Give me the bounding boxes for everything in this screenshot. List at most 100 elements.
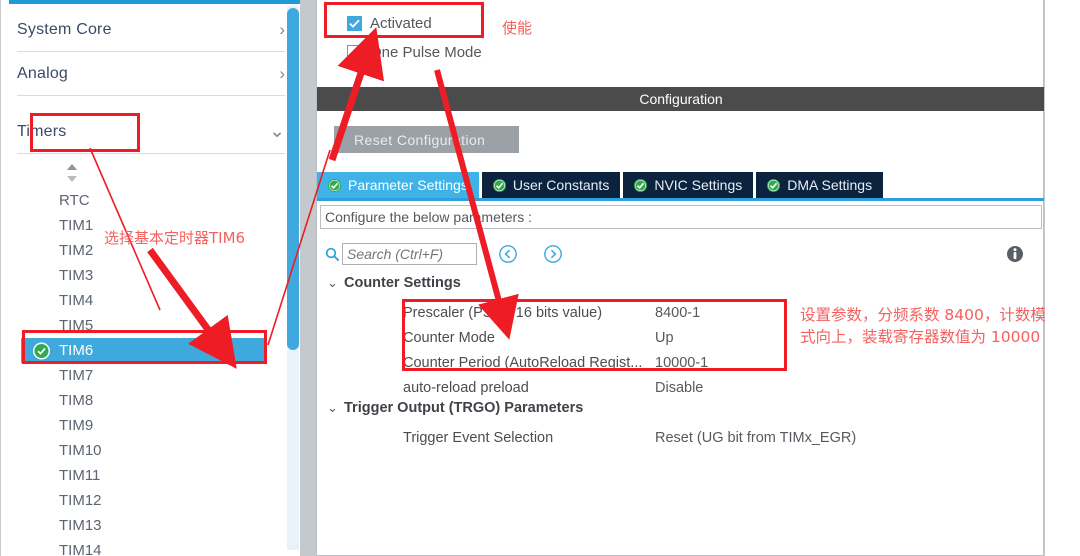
panel-divider (300, 0, 316, 556)
tab-label: User Constants (512, 177, 610, 193)
param-group-counter-settings[interactable]: ⌄ Counter Settings (327, 275, 461, 291)
one-pulse-mode-checkbox[interactable] (347, 44, 362, 60)
tab-label: Parameter Settings (348, 177, 468, 193)
param-row[interactable]: Counter Period (AutoReload Regist... 1000… (403, 350, 1023, 375)
peripheral-item-tim2[interactable]: TIM2 (27, 238, 267, 263)
peripheral-item-label: TIM11 (59, 467, 101, 484)
param-group-title: Trigger Output (TRGO) Parameters (344, 400, 584, 416)
tab-label: DMA Settings (787, 177, 873, 193)
param-value[interactable]: Reset (UG bit from TIMx_EGR) (655, 430, 856, 446)
sidebar-category-system-core[interactable]: System Core › (17, 8, 285, 52)
peripheral-item-label: TIM9 (59, 417, 94, 434)
peripheral-item-label: TIM4 (59, 292, 94, 309)
one-pulse-mode-label: One Pulse Mode (370, 43, 482, 61)
param-row[interactable]: Prescaler (PSC - 16 bits value) 8400-1 (403, 300, 1023, 325)
param-group-trigger-output-trgo-parameters[interactable]: ⌄ Trigger Output (TRGO) Parameters (327, 400, 583, 416)
info-icon[interactable] (1006, 245, 1024, 263)
tab-ok-icon (634, 178, 648, 192)
search-input[interactable] (342, 243, 477, 265)
peripheral-item-tim12[interactable]: TIM12 (27, 488, 267, 513)
param-row[interactable]: Trigger Event Selection Reset (UG bit fro… (403, 425, 1023, 450)
tab-active-underline (317, 198, 1045, 201)
tab-ok-icon (492, 178, 506, 192)
peripheral-item-tim5[interactable]: TIM5 (27, 313, 267, 338)
sidebar-scrollbar-thumb[interactable] (287, 8, 299, 350)
peripheral-item-label: TIM12 (59, 492, 102, 509)
sidebar-category-label: System Core (17, 20, 112, 38)
param-value[interactable]: 10000-1 (655, 355, 708, 371)
peripheral-item-label: TIM13 (59, 517, 102, 534)
param-name: Counter Mode (403, 329, 495, 346)
param-row[interactable]: auto-reload preload Disable (403, 375, 1023, 400)
sidebar-category-analog[interactable]: Analog › (17, 52, 285, 96)
activated-checkbox[interactable] (347, 15, 362, 31)
circle-left-arrow-icon[interactable] (497, 243, 519, 265)
tab-ok-icon (767, 178, 781, 192)
peripheral-item-tim11[interactable]: TIM11 (27, 463, 267, 488)
peripheral-item-label: TIM6 (59, 342, 94, 359)
sidebar-top-accent (9, 0, 300, 4)
configuration-header: Configuration (317, 87, 1045, 111)
configuration-header-label: Configuration (639, 91, 723, 107)
peripheral-item-tim1[interactable]: TIM1 (27, 213, 267, 238)
configure-parameters-note: Configure the below parameters : (320, 205, 1042, 229)
peripheral-item-tim4[interactable]: TIM4 (27, 288, 267, 313)
parameter-search-row (322, 240, 1038, 268)
peripheral-item-label: TIM1 (59, 217, 94, 234)
peripheral-sidebar: System Core › Analog › Timers ⌄ RTC TIM1 T… (0, 0, 300, 556)
peripheral-item-tim14[interactable]: TIM14 (27, 538, 267, 556)
param-value[interactable]: 8400-1 (655, 305, 700, 321)
configured-check-icon (33, 342, 50, 359)
chevron-right-icon: › (279, 20, 285, 39)
sort-updown-icon[interactable] (65, 163, 95, 185)
param-name: Counter Period (AutoReload Regist... (403, 354, 643, 371)
param-value[interactable]: Disable (655, 380, 703, 396)
mode-section: Activated One Pulse Mode (321, 4, 1039, 78)
peripheral-item-tim6[interactable]: TIM6 (21, 338, 267, 363)
peripheral-item-label: TIM3 (59, 267, 94, 284)
reset-configuration-label: Reset Configuration (354, 131, 486, 148)
sidebar-category-timers[interactable]: Timers ⌄ (17, 110, 285, 154)
peripheral-item-label: TIM10 (59, 442, 102, 459)
activated-label: Activated (370, 14, 432, 32)
tab-dma-settings[interactable]: DMA Settings (756, 172, 884, 198)
sidebar-category-label: Timers (17, 122, 67, 140)
param-name: Trigger Event Selection (403, 429, 554, 446)
param-group-title: Counter Settings (344, 275, 461, 291)
circle-right-arrow-icon[interactable] (542, 243, 564, 265)
reset-configuration-button[interactable]: Reset Configuration (334, 126, 519, 153)
peripheral-item-label: TIM14 (59, 542, 102, 556)
peripheral-item-tim13[interactable]: TIM13 (27, 513, 267, 538)
tab-ok-icon (328, 178, 341, 192)
checkbox-row-one-pulse-mode[interactable]: One Pulse Mode (347, 39, 1039, 65)
peripheral-item-tim3[interactable]: TIM3 (27, 263, 267, 288)
peripheral-item-label: TIM7 (59, 367, 94, 384)
tab-nvic-settings[interactable]: NVIC Settings (623, 172, 754, 198)
peripheral-item-label: TIM8 (59, 392, 94, 409)
configure-parameters-text: Configure the below parameters : (325, 209, 532, 225)
search-icon (322, 247, 342, 262)
tab-parameter-settings[interactable]: Parameter Settings (317, 172, 479, 198)
configuration-tabs: Parameter Settings User Constants NVIC Set… (317, 172, 1045, 198)
peripheral-item-rtc[interactable]: RTC (27, 188, 267, 213)
chevron-down-icon: ⌄ (269, 121, 285, 142)
peripheral-item-label: TIM5 (59, 317, 94, 334)
param-value[interactable]: Up (655, 330, 674, 346)
checkbox-row-activated[interactable]: Activated (347, 10, 1039, 36)
configuration-panel: Activated One Pulse Mode Configuration R… (316, 0, 1045, 556)
tab-label: NVIC Settings (654, 177, 743, 193)
chevron-right-icon: › (279, 64, 285, 83)
chevron-down-icon[interactable]: ⌄ (327, 275, 344, 291)
sidebar-category-label: Analog (17, 64, 69, 82)
peripheral-item-tim10[interactable]: TIM10 (27, 438, 267, 463)
peripheral-item-tim8[interactable]: TIM8 (27, 388, 267, 413)
param-name: Prescaler (PSC - 16 bits value) (403, 304, 603, 321)
peripheral-item-tim9[interactable]: TIM9 (27, 413, 267, 438)
peripheral-item-label: RTC (59, 192, 90, 209)
param-name: auto-reload preload (403, 379, 529, 396)
param-row[interactable]: Counter Mode Up (403, 325, 1023, 350)
tab-user-constants[interactable]: User Constants (481, 172, 621, 198)
peripheral-item-tim7[interactable]: TIM7 (27, 363, 267, 388)
screenshot-root: System Core › Analog › Timers ⌄ RTC TIM1 T… (0, 0, 1080, 556)
chevron-down-icon[interactable]: ⌄ (327, 400, 344, 416)
